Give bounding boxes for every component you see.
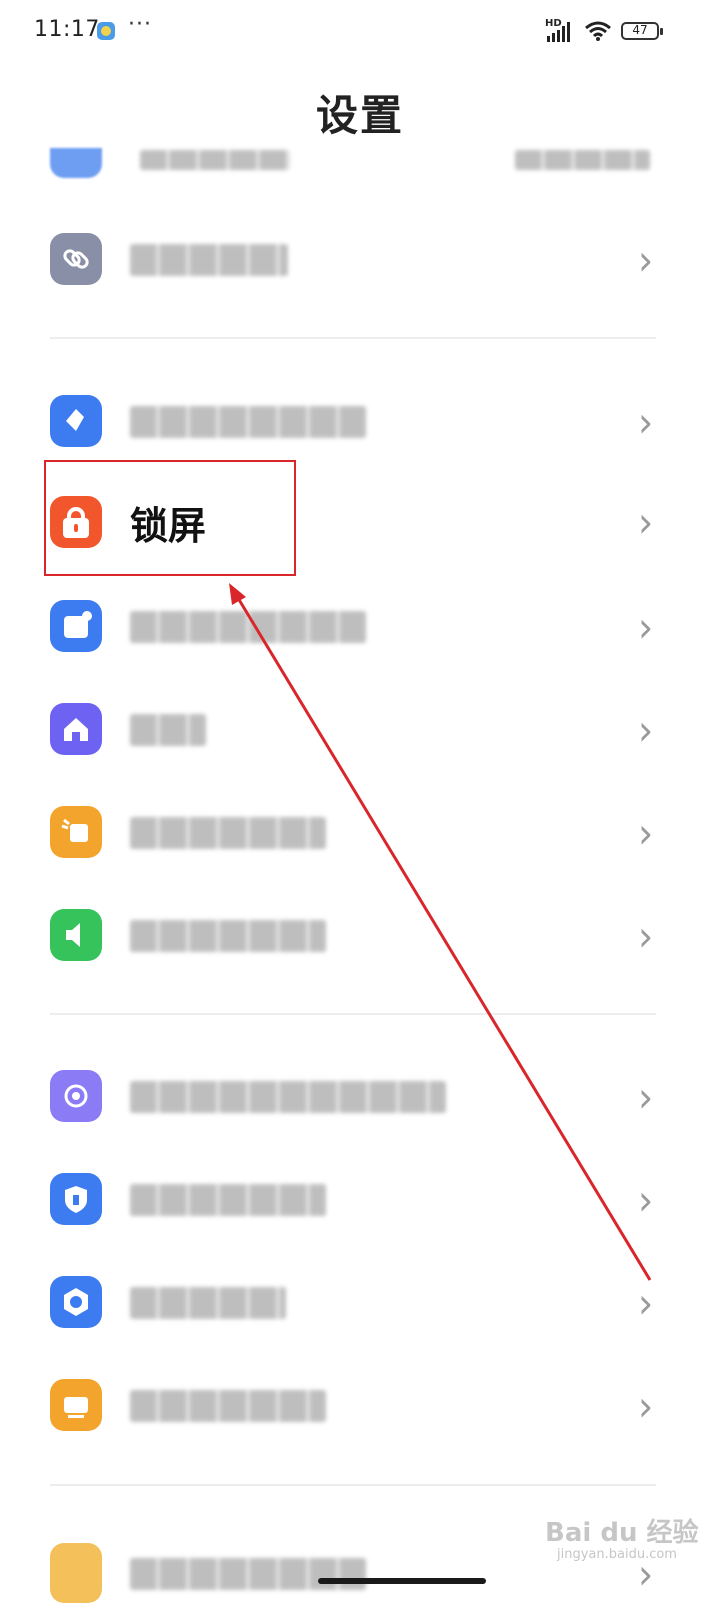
blurred-value [515, 150, 650, 170]
list-item[interactable]: › [0, 208, 720, 308]
watermark-logo: Bai du 经验 [545, 1518, 699, 1548]
more-notifications-icon: ··· [128, 12, 152, 37]
chevron-right-icon: › [638, 1381, 654, 1431]
list-item[interactable]: › [0, 1148, 720, 1248]
home-indicator[interactable] [318, 1578, 486, 1584]
list-item[interactable]: › [0, 370, 720, 470]
blurred-label [130, 1184, 326, 1216]
app-notification-icon [97, 22, 115, 40]
wifi-icon [585, 21, 611, 41]
status-bar: 11:17 ··· HD 47 [0, 0, 720, 64]
section-divider [50, 1013, 656, 1015]
blurred-label [130, 1558, 366, 1590]
blurred-label [130, 920, 326, 952]
app-settings-icon [50, 1276, 102, 1328]
blurred-label [130, 244, 288, 276]
theme-icon [50, 395, 102, 447]
list-item[interactable]: › [0, 575, 720, 675]
list-item[interactable] [0, 148, 720, 188]
chevron-right-icon: › [638, 1278, 654, 1328]
watermark-url: jingyan.baidu.com [557, 1547, 677, 1562]
battery-indicator: 47 [621, 22, 663, 40]
fingerprint-icon [50, 1070, 102, 1122]
blurred-label [130, 1287, 286, 1319]
chevron-right-icon: › [638, 497, 654, 547]
signal-icon [547, 22, 570, 42]
chevron-right-icon: › [638, 602, 654, 652]
list-item[interactable]: › [0, 678, 720, 778]
home-icon [50, 703, 102, 755]
list-item[interactable]: › [0, 1251, 720, 1351]
blurred-label [130, 714, 206, 746]
clock: 11:17 [34, 17, 100, 42]
chevron-right-icon: › [638, 705, 654, 755]
chevron-right-icon: › [638, 1072, 654, 1122]
list-item[interactable]: › [0, 1354, 720, 1454]
blurred-label [130, 611, 366, 643]
display-icon [50, 806, 102, 858]
chevron-right-icon: › [638, 235, 654, 285]
list-item[interactable]: › [0, 1045, 720, 1145]
chevron-right-icon: › [638, 1175, 654, 1225]
chevron-right-icon: › [638, 911, 654, 961]
chevron-right-icon: › [638, 808, 654, 858]
shield-icon [50, 1173, 102, 1225]
chevron-right-icon: › [638, 397, 654, 447]
list-item[interactable]: › [0, 884, 720, 984]
link-icon [50, 233, 102, 285]
account-icon [50, 148, 102, 178]
blurred-label [140, 150, 290, 170]
notification-icon [50, 600, 102, 652]
extra-icon [50, 1543, 102, 1603]
blurred-label [130, 1081, 446, 1113]
blurred-label [130, 406, 366, 438]
section-divider [50, 337, 656, 339]
blurred-label [130, 817, 326, 849]
section-divider [50, 1484, 656, 1486]
battery-icon [50, 1379, 102, 1431]
highlight-annotation-box [44, 460, 296, 576]
blurred-label [130, 1390, 326, 1422]
sound-icon [50, 909, 102, 961]
list-item[interactable]: › [0, 781, 720, 881]
page-title: 设置 [315, 91, 404, 140]
